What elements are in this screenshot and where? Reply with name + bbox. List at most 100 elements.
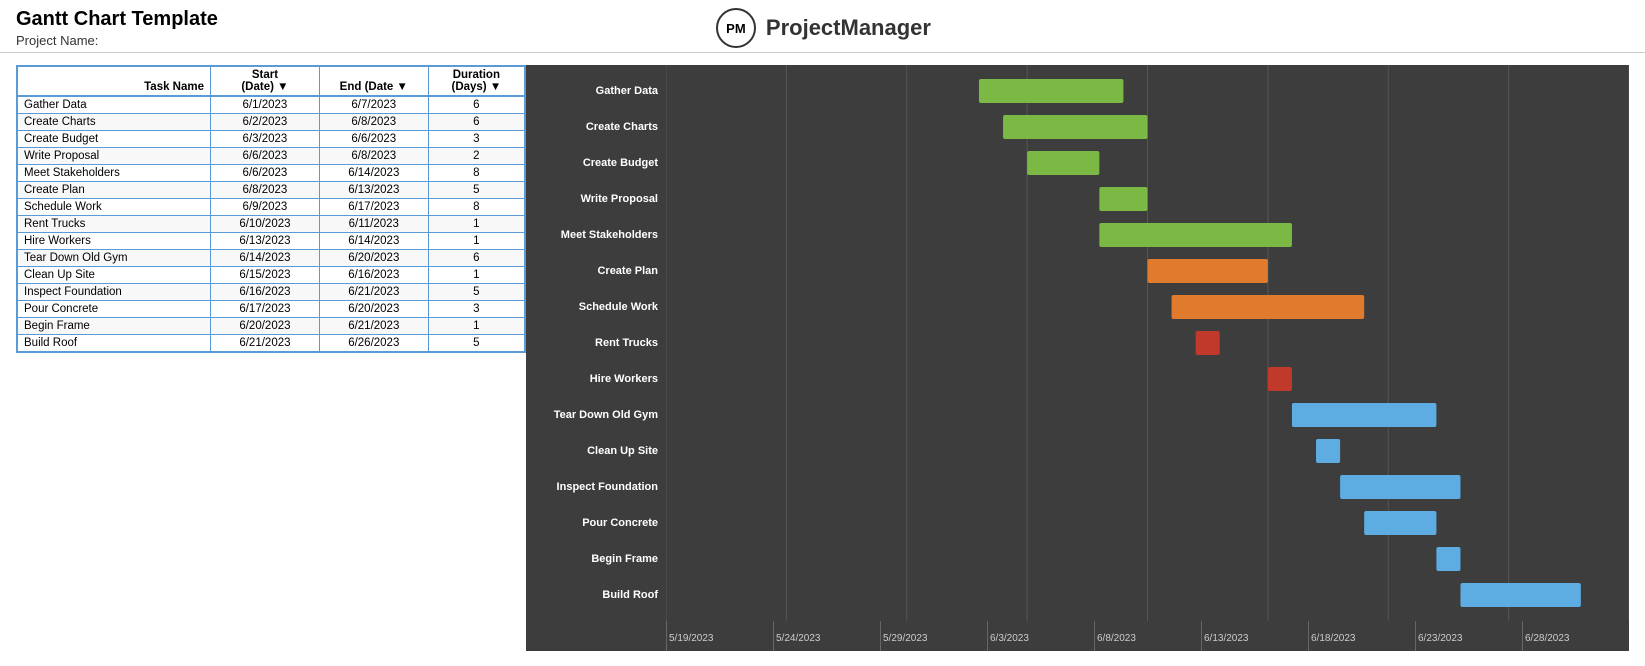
xaxis-label: 6/3/2023 — [987, 621, 1094, 651]
gantt-label: Create Charts — [526, 109, 666, 145]
duration-cell: 6 — [428, 114, 525, 131]
gantt-bar — [1099, 223, 1292, 247]
table-row: Create Budget 6/3/2023 6/6/2023 3 — [17, 131, 525, 148]
logo-block: PM ProjectManager — [716, 8, 931, 48]
table-row: Meet Stakeholders 6/6/2023 6/14/2023 8 — [17, 165, 525, 182]
table-row: Create Charts 6/2/2023 6/8/2023 6 — [17, 114, 525, 131]
duration-cell: 8 — [428, 165, 525, 182]
table-row: Schedule Work 6/9/2023 6/17/2023 8 — [17, 199, 525, 216]
gantt-label: Create Budget — [526, 145, 666, 181]
gantt-label: Create Plan — [526, 253, 666, 289]
end-date-cell: 6/26/2023 — [319, 335, 428, 353]
task-name-cell: Pour Concrete — [17, 301, 211, 318]
table-row: Create Plan 6/8/2023 6/13/2023 5 — [17, 182, 525, 199]
duration-cell: 6 — [428, 96, 525, 114]
xaxis-label: 5/24/2023 — [773, 621, 880, 651]
duration-cell: 1 — [428, 216, 525, 233]
task-name-cell: Rent Trucks — [17, 216, 211, 233]
table-row: Hire Workers 6/13/2023 6/14/2023 1 — [17, 233, 525, 250]
gantt-label: Schedule Work — [526, 289, 666, 325]
end-date-cell: 6/8/2023 — [319, 114, 428, 131]
logo-icon: PM — [716, 8, 756, 48]
task-name-cell: Hire Workers — [17, 233, 211, 250]
gantt-label: Gather Data — [526, 73, 666, 109]
end-date-cell: 6/11/2023 — [319, 216, 428, 233]
gantt-table: Task Name Start(Date) ▼ End (Date ▼ Dura… — [16, 65, 526, 353]
end-date-cell: 6/6/2023 — [319, 131, 428, 148]
gantt-bar — [1292, 403, 1436, 427]
duration-cell: 1 — [428, 233, 525, 250]
table-row: Gather Data 6/1/2023 6/7/2023 6 — [17, 96, 525, 114]
end-date-cell: 6/13/2023 — [319, 182, 428, 199]
gantt-label: Hire Workers — [526, 361, 666, 397]
duration-cell: 8 — [428, 199, 525, 216]
task-name-cell: Schedule Work — [17, 199, 211, 216]
gantt-bar — [1364, 511, 1436, 535]
main-content: Task Name Start(Date) ▼ End (Date ▼ Dura… — [0, 53, 1645, 663]
task-name-cell: Create Plan — [17, 182, 211, 199]
gantt-label: Inspect Foundation — [526, 469, 666, 505]
duration-cell: 3 — [428, 301, 525, 318]
xaxis-label: 5/29/2023 — [880, 621, 987, 651]
task-table-section: Task Name Start(Date) ▼ End (Date ▼ Dura… — [16, 65, 526, 651]
duration-cell: 1 — [428, 267, 525, 284]
header: Gantt Chart Template Project Name: PM Pr… — [0, 0, 1645, 53]
start-date-cell: 6/2/2023 — [211, 114, 320, 131]
duration-cell: 5 — [428, 182, 525, 199]
table-row: Begin Frame 6/20/2023 6/21/2023 1 — [17, 318, 525, 335]
start-date-cell: 6/13/2023 — [211, 233, 320, 250]
gantt-bar — [1316, 439, 1340, 463]
title-block: Gantt Chart Template Project Name: — [16, 8, 218, 48]
table-row: Tear Down Old Gym 6/14/2023 6/20/2023 6 — [17, 250, 525, 267]
start-date-cell: 6/16/2023 — [211, 284, 320, 301]
col-header-end: End (Date ▼ — [319, 66, 428, 96]
gantt-chart-section: Gather DataCreate ChartsCreate BudgetWri… — [526, 65, 1629, 651]
gantt-bar — [1148, 259, 1268, 283]
col-header-task: Task Name — [17, 66, 211, 96]
gantt-bar — [979, 79, 1123, 103]
end-date-cell: 6/20/2023 — [319, 301, 428, 318]
table-row: Clean Up Site 6/15/2023 6/16/2023 1 — [17, 267, 525, 284]
task-name-cell: Gather Data — [17, 96, 211, 114]
start-date-cell: 6/21/2023 — [211, 335, 320, 353]
gantt-bar — [1099, 187, 1147, 211]
gantt-bars-svg — [666, 65, 1629, 621]
duration-cell: 5 — [428, 335, 525, 353]
start-date-cell: 6/10/2023 — [211, 216, 320, 233]
xaxis-label: 6/23/2023 — [1415, 621, 1522, 651]
gantt-bar — [1003, 115, 1147, 139]
gantt-bar — [1436, 547, 1460, 571]
gantt-label: Pour Concrete — [526, 505, 666, 541]
gantt-task-labels: Gather DataCreate ChartsCreate BudgetWri… — [526, 65, 666, 621]
gantt-bars-area — [666, 65, 1629, 621]
task-name-cell: Inspect Foundation — [17, 284, 211, 301]
gantt-label: Write Proposal — [526, 181, 666, 217]
project-name: Project Name: — [16, 33, 218, 48]
table-row: Write Proposal 6/6/2023 6/8/2023 2 — [17, 148, 525, 165]
gantt-bar — [1340, 475, 1460, 499]
start-date-cell: 6/17/2023 — [211, 301, 320, 318]
xaxis-label: 6/8/2023 — [1094, 621, 1201, 651]
start-date-cell: 6/6/2023 — [211, 148, 320, 165]
col-header-start: Start(Date) ▼ — [211, 66, 320, 96]
end-date-cell: 6/7/2023 — [319, 96, 428, 114]
duration-cell: 3 — [428, 131, 525, 148]
start-date-cell: 6/1/2023 — [211, 96, 320, 114]
end-date-cell: 6/21/2023 — [319, 284, 428, 301]
gantt-label: Meet Stakeholders — [526, 217, 666, 253]
duration-cell: 2 — [428, 148, 525, 165]
task-name-cell: Clean Up Site — [17, 267, 211, 284]
page-title: Gantt Chart Template — [16, 8, 218, 31]
duration-cell: 1 — [428, 318, 525, 335]
logo-name: ProjectManager — [766, 15, 931, 41]
gantt-label: Begin Frame — [526, 541, 666, 577]
xaxis-label: 5/19/2023 — [666, 621, 773, 651]
task-name-cell: Meet Stakeholders — [17, 165, 211, 182]
gantt-bar — [1172, 295, 1365, 319]
end-date-cell: 6/8/2023 — [319, 148, 428, 165]
gantt-label: Clean Up Site — [526, 433, 666, 469]
task-name-cell: Write Proposal — [17, 148, 211, 165]
start-date-cell: 6/8/2023 — [211, 182, 320, 199]
gantt-bar — [1196, 331, 1220, 355]
end-date-cell: 6/17/2023 — [319, 199, 428, 216]
